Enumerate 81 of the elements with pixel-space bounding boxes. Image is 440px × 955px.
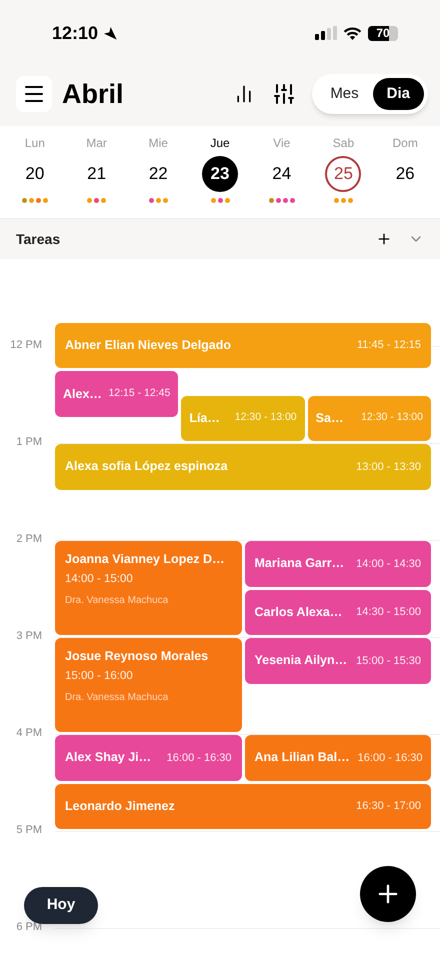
appointment-card[interactable]: Sa… 12:30 - 13:00 — [308, 396, 431, 441]
today-button[interactable]: Hoy — [24, 887, 98, 924]
date-number: 25 — [325, 156, 362, 192]
appointment-time: 14:00 - 15:00 — [65, 572, 134, 587]
appointment-time: 12:30 - 13:00 — [234, 410, 297, 426]
wifi-icon — [343, 26, 362, 40]
day-cell[interactable]: Lun 20 — [4, 134, 66, 218]
patient-name: Leonardo Jimenez — [65, 798, 175, 815]
view-tab[interactable]: Mes — [316, 78, 373, 110]
weekday-label: Sab — [332, 135, 354, 152]
appointment-card[interactable]: Joanna Vianney Lopez D… 14:00 - 15:00 Dra. Vanessa Machuca — [55, 541, 242, 635]
day-cell[interactable]: Sab 25 — [312, 134, 374, 218]
weekday-label: Mar — [86, 135, 107, 152]
appointment-time: 12:30 - 13:00 — [361, 410, 423, 426]
tasks-label: Tareas — [16, 230, 62, 248]
day-cell[interactable]: Dom 26 — [374, 134, 436, 218]
appointment-card[interactable]: Abner Elian Nieves Delgado 11:45 - 12:15 — [55, 322, 431, 368]
date-number: 26 — [394, 163, 416, 186]
appointment-time: 14:00 - 14:30 — [356, 556, 421, 572]
hour-label: 1 PM — [15, 437, 42, 448]
hour-label: 3 PM — [15, 631, 42, 642]
menu-button[interactable] — [16, 76, 52, 112]
patient-name: Sa… — [316, 410, 344, 427]
appointment-time: 16:30 - 17:00 — [356, 799, 421, 814]
appointment-time: 12:15 - 12:45 — [108, 386, 170, 402]
appointment-card[interactable]: Ana Lilian Bal… 16:00 - 16:30 — [244, 735, 431, 780]
appointment-card[interactable]: Josue Reynoso Morales 15:00 - 16:00 Dra. Vanessa Machuca — [55, 638, 242, 732]
patient-name: Mariana Garr… — [254, 555, 344, 572]
appointment-card[interactable]: Alex Shay Ji… 16:00 - 16:30 — [55, 735, 242, 780]
day-cell[interactable]: Jue 23 — [189, 134, 251, 218]
appointment-card[interactable]: Mariana Garr… 14:00 - 14:30 — [244, 541, 431, 586]
appointment-card[interactable]: Yesenia Ailyn… 15:00 - 15:30 — [244, 638, 431, 684]
appointment-time: 15:00 - 16:00 — [65, 669, 134, 684]
day-cell[interactable]: Vie 24 — [250, 134, 313, 218]
date-number: 20 — [24, 163, 46, 186]
appointment-time: 16:00 - 16:30 — [358, 750, 422, 766]
day-cell[interactable]: Mar 21 — [66, 134, 128, 218]
patient-name: Josue Reynoso Morales — [65, 648, 210, 665]
weekday-label: Lun — [24, 135, 45, 152]
appointment-time: 14:30 - 15:00 — [356, 605, 421, 620]
patient-name: Carlos Alexa… — [254, 604, 342, 621]
appointment-card[interactable]: Leonardo Jimenez 16:30 - 17:00 — [55, 784, 431, 829]
hour-label: 12 PM — [9, 340, 42, 351]
month-title: Abril — [62, 78, 124, 111]
weekday-label: Dom — [392, 135, 418, 152]
doctor-name: Dra. Vanessa Machuca — [65, 691, 170, 705]
appointment-time: 15:00 - 15:30 — [356, 654, 421, 668]
patient-name: Alex Shay Ji… — [65, 749, 152, 766]
weekday-label: Mie — [148, 135, 168, 152]
signal-icon — [315, 26, 337, 40]
weekday-label: Jue — [210, 135, 230, 152]
date-number: 23 — [202, 156, 238, 192]
patient-name: Alexa sofia López espinoza — [65, 458, 228, 476]
date-number: 21 — [86, 163, 108, 186]
patient-name: Abner Elian Nieves Delgado — [65, 337, 232, 354]
clock-time: 12:10 — [52, 22, 98, 44]
date-number: 24 — [271, 163, 292, 186]
appointment-card[interactable]: Alex… 12:15 - 12:45 — [55, 371, 178, 417]
patient-name: Yesenia Ailyn… — [254, 652, 348, 670]
view-tab[interactable]: Dia — [372, 78, 424, 110]
date-number: 22 — [148, 163, 169, 186]
day-cell[interactable]: Mie 22 — [127, 134, 190, 218]
appointment-card[interactable]: Alexa sofia López espinoza 13:00 - 13:30 — [55, 444, 431, 490]
hour-label: 5 PM — [15, 825, 42, 836]
appointment-card[interactable]: Lía… 12:30 - 13:00 — [181, 396, 305, 441]
appointment-time: 16:00 - 16:30 — [166, 750, 232, 766]
appointment-card[interactable]: Carlos Alexa… 14:30 - 15:00 — [244, 590, 431, 635]
weekday-label: Vie — [273, 135, 290, 152]
hour-label: 2 PM — [15, 534, 42, 545]
sliders-icon — [272, 82, 296, 106]
hour-label: 6 PM — [15, 922, 42, 933]
patient-name: Ana Lilian Bal… — [254, 749, 350, 766]
patient-name: Joanna Vianney Lopez D… — [65, 551, 226, 568]
patient-name: Alex… — [63, 386, 102, 403]
appointment-time: 13:00 - 13:30 — [356, 460, 421, 474]
doctor-name: Dra. Vanessa Machuca — [65, 594, 170, 608]
plus-icon — [376, 231, 392, 247]
patient-name: Lía… — [189, 410, 220, 427]
appointment-time: 11:45 - 12:15 — [356, 338, 421, 354]
location-arrow-icon — [102, 25, 118, 41]
hour-label: 4 PM — [15, 728, 42, 739]
